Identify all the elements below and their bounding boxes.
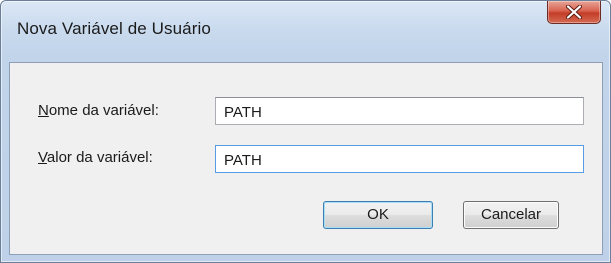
title-bar[interactable]: Nova Variável de Usuário [1, 1, 610, 53]
dialog-body: Nome da variável: Valor da variável: OK … [9, 62, 603, 255]
variable-value-label-mnemonic: V [38, 149, 47, 166]
variable-name-label-text: ome da variável: [48, 102, 159, 119]
variable-value-input[interactable] [215, 145, 584, 173]
variable-name-input[interactable] [215, 97, 584, 125]
variable-value-label-text: alor da variável: [46, 149, 153, 166]
close-button[interactable] [547, 1, 601, 24]
cancel-button[interactable]: Cancelar [463, 201, 559, 229]
close-icon [566, 5, 582, 19]
window-title: Nova Variável de Usuário [17, 19, 211, 38]
ok-button[interactable]: OK [323, 201, 433, 229]
variable-value-label: Valor da variável: [38, 149, 153, 166]
variable-name-label-mnemonic: N [38, 102, 49, 119]
dialog-window: Nova Variável de Usuário Nome da variáve… [0, 0, 611, 263]
variable-name-label: Nome da variável: [38, 102, 159, 119]
